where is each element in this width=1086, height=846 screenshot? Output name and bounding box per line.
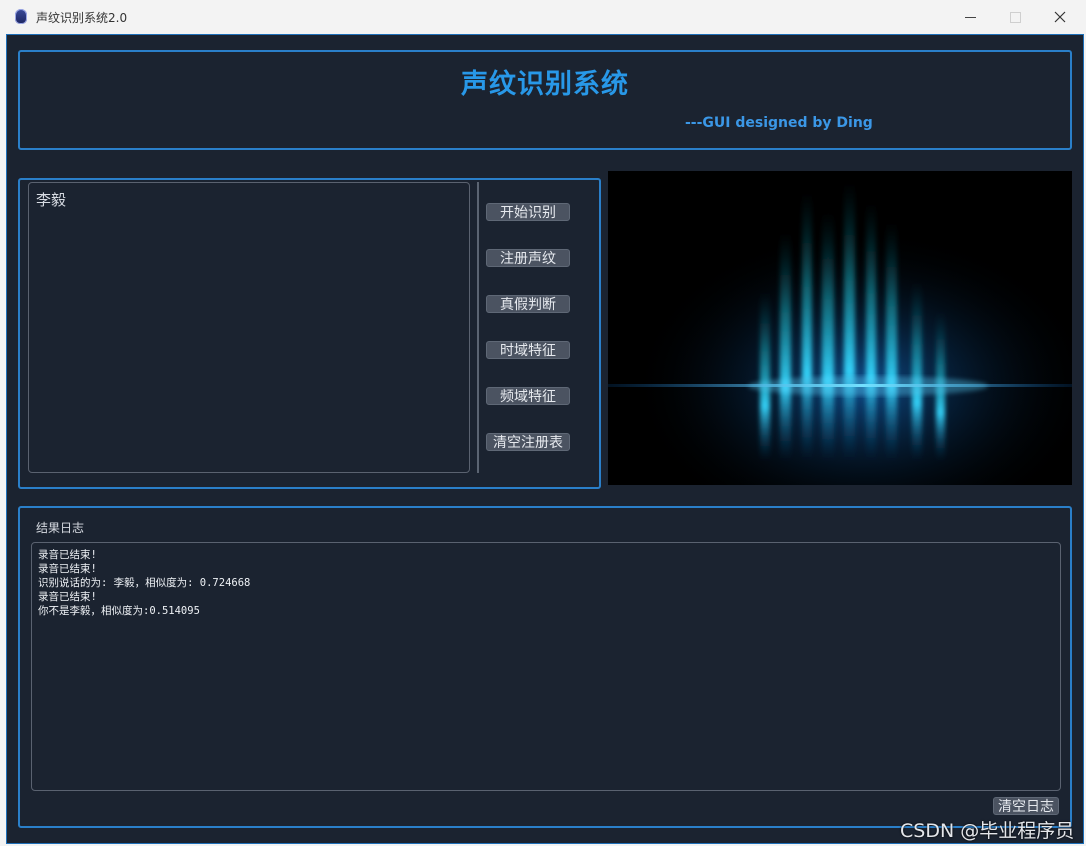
log-line: 录音已结束!	[38, 563, 97, 575]
close-icon	[1054, 11, 1066, 23]
start-recognition-button[interactable]: 开始识别	[486, 203, 570, 221]
sound-wave-image	[608, 171, 1072, 485]
minimize-button[interactable]	[947, 0, 993, 34]
app-icon	[15, 9, 27, 24]
window-titlebar[interactable]: 声纹识别系统2.0	[0, 0, 1086, 34]
log-line: 录音已结束!	[38, 591, 97, 603]
time-domain-feature-button[interactable]: 时域特征	[486, 341, 570, 359]
window-title: 声纹识别系统2.0	[36, 11, 128, 25]
main-window: 声纹识别系统 ---GUI designed by Ding 李毅 开始识别 注…	[6, 34, 1084, 844]
frequency-domain-feature-button[interactable]: 频域特征	[486, 387, 570, 405]
close-button[interactable]	[1037, 0, 1083, 34]
result-log-textarea[interactable]: 录音已结束! 录音已结束! 识别说话的为: 李毅，相似度为: 0.724668 …	[31, 542, 1061, 791]
log-line: 识别说话的为: 李毅，相似度为: 0.724668	[38, 577, 251, 589]
maximize-button[interactable]	[992, 0, 1038, 34]
registry-panel: 李毅 开始识别 注册声纹 真假判断 时域特征 频域特征 清空注册表	[18, 178, 601, 489]
minimize-icon	[964, 16, 976, 18]
log-line: 录音已结束!	[38, 549, 97, 561]
page-title: 声纹识别系统	[461, 69, 629, 100]
registered-speaker-list[interactable]: 李毅	[28, 182, 470, 473]
header-panel: 声纹识别系统 ---GUI designed by Ding	[18, 50, 1072, 150]
log-label: 结果日志	[36, 521, 85, 535]
authenticity-check-button[interactable]: 真假判断	[486, 295, 570, 313]
log-line: 你不是李毅，相似度为:0.514095	[38, 605, 200, 617]
sound-wave-graphic	[608, 171, 1072, 485]
maximize-icon	[1009, 11, 1021, 23]
watermark: CSDN @毕业程序员	[900, 820, 1075, 842]
list-item[interactable]: 李毅	[36, 189, 66, 210]
clear-log-button[interactable]: 清空日志	[993, 797, 1059, 815]
page-subtitle: ---GUI designed by Ding	[685, 115, 873, 131]
clear-registry-button[interactable]: 清空注册表	[486, 433, 570, 451]
register-voiceprint-button[interactable]: 注册声纹	[486, 249, 570, 267]
result-log-panel: 结果日志 录音已结束! 录音已结束! 识别说话的为: 李毅，相似度为: 0.72…	[18, 506, 1072, 828]
splitter[interactable]	[477, 182, 479, 473]
